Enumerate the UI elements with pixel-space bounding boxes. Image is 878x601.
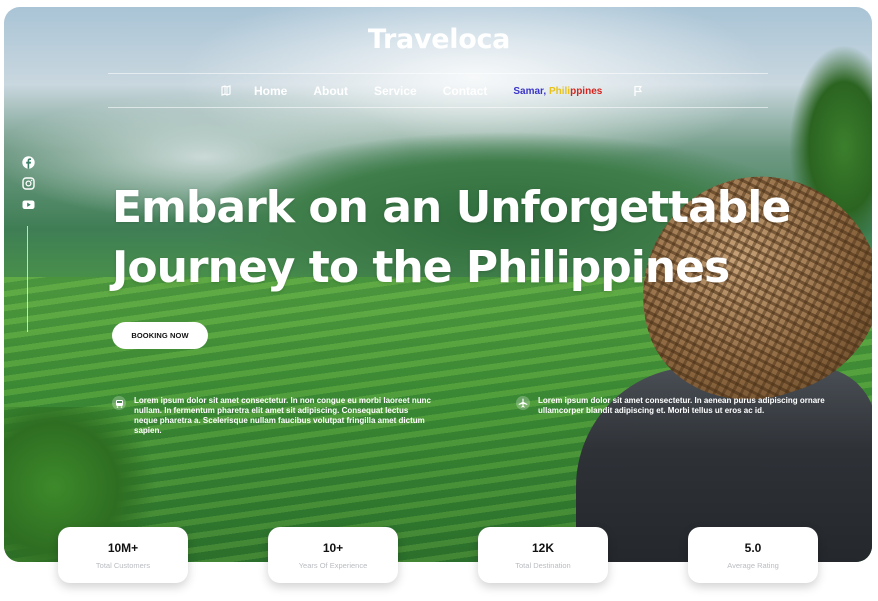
stat-value: 10+ — [322, 540, 344, 555]
hero-headline: Embark on an Unforgettable Journey to th… — [112, 178, 832, 298]
feature-bus: Lorem ipsum dolor sit amet consectetur. … — [112, 396, 432, 436]
instagram-icon[interactable] — [21, 177, 35, 190]
airplane-icon — [516, 396, 530, 410]
stat-value: 10M+ — [107, 540, 139, 555]
nav-service[interactable]: Service — [374, 84, 417, 98]
stat-value: 5.0 — [744, 540, 762, 555]
brand-logo[interactable]: Traveloca — [0, 24, 878, 55]
stat-label: Years Of Experience — [298, 560, 368, 570]
headline-line-2: Journey to the Philippines — [112, 242, 730, 293]
feature-flight: Lorem ipsum dolor sit amet consectetur. … — [516, 396, 838, 416]
stat-card-experience: 10+ Years Of Experience — [268, 527, 398, 583]
bus-icon — [112, 396, 126, 410]
booking-now-button[interactable]: BOOKING NOW — [112, 322, 208, 349]
nav-divider-bottom — [108, 107, 768, 108]
location-selector[interactable]: Samar, Philippines — [513, 86, 602, 97]
stat-label: Total Destination — [515, 560, 571, 570]
social-divider — [27, 226, 28, 332]
nav-home[interactable]: Home — [254, 84, 287, 98]
nav-contact[interactable]: Contact — [443, 84, 488, 98]
stat-card-rating: 5.0 Average Rating — [688, 527, 818, 583]
feature-text-2: Lorem ipsum dolor sit amet consectetur. … — [538, 396, 825, 415]
stat-card-destination: 12K Total Destination — [478, 527, 608, 583]
facebook-icon[interactable] — [21, 156, 35, 169]
stat-label: Total Customers — [95, 560, 151, 570]
nav-about[interactable]: About — [313, 84, 348, 98]
nav-divider-top — [108, 73, 768, 74]
social-links — [19, 156, 37, 211]
flag-icon[interactable] — [630, 85, 646, 97]
youtube-icon[interactable] — [22, 198, 35, 211]
stat-label: Average Rating — [727, 560, 779, 570]
feature-text-1: Lorem ipsum dolor sit amet consectetur. … — [134, 396, 431, 435]
stat-value: 12K — [531, 540, 554, 555]
headline-line-1: Embark on an Unforgettable — [112, 182, 791, 233]
stat-card-customers: 10M+ Total Customers — [58, 527, 188, 583]
main-nav: Home About Service Contact Samar, Philip… — [218, 82, 666, 100]
map-pin-icon[interactable] — [218, 85, 234, 97]
